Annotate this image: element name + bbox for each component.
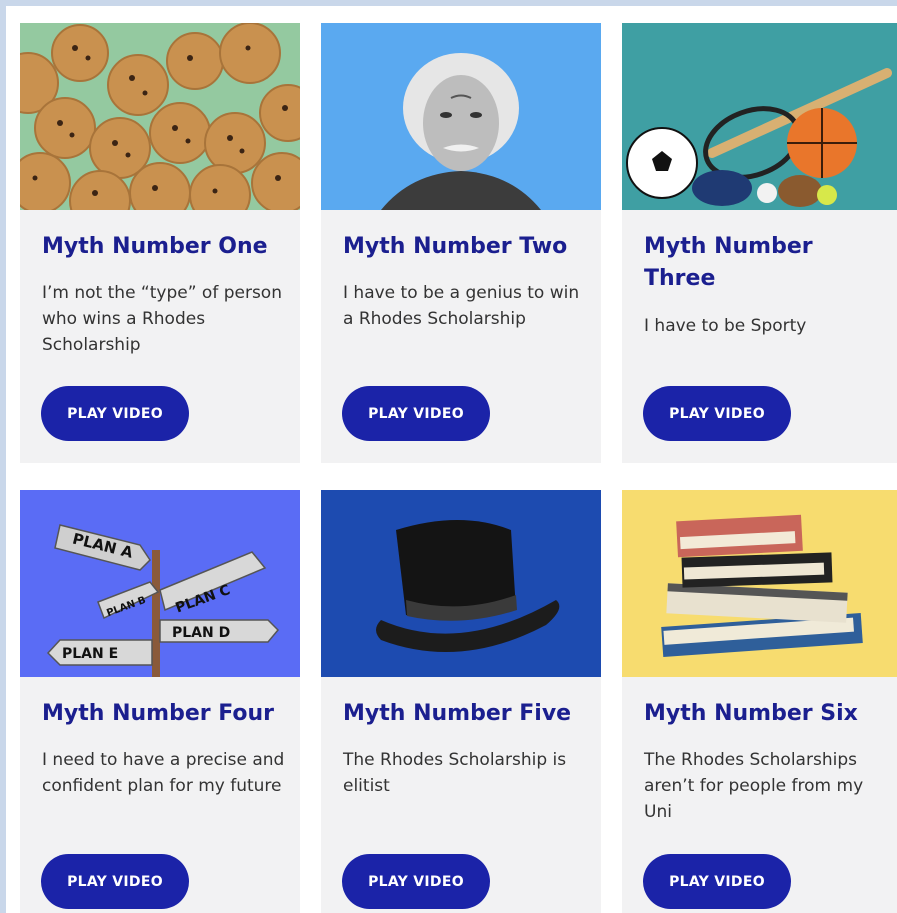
sign-plan-d: PLAN D bbox=[172, 625, 230, 641]
myth-description: I need to have a precise and confident p… bbox=[42, 750, 285, 796]
cookies-image bbox=[20, 23, 300, 210]
myth-title: Myth Number Four bbox=[42, 701, 275, 726]
myth-card-five: Myth Number Five The Rhodes Scholarship … bbox=[321, 490, 601, 913]
myths-grid: Myth Number One I’m not the “type” of pe… bbox=[6, 6, 897, 913]
myth-description: I have to be a genius to win a Rhodes Sc… bbox=[343, 283, 580, 329]
myth-title: Myth Number Two bbox=[343, 234, 568, 259]
myth-title: Myth Number Five bbox=[343, 701, 572, 726]
myth-description: The Rhodes Scholarships aren’t for peopl… bbox=[644, 750, 864, 822]
myth-description: I have to be Sporty bbox=[644, 316, 807, 336]
top-hat-image bbox=[321, 490, 601, 677]
myth-description: I’m not the “type” of person who wins a … bbox=[42, 283, 282, 355]
sports-equipment-image bbox=[622, 23, 897, 210]
play-video-button[interactable]: PLAY VIDEO bbox=[643, 854, 791, 909]
myth-card-four: PLAN A PLAN B PLAN C PLAN D PLAN E Myth … bbox=[20, 490, 300, 913]
einstein-portrait-image bbox=[321, 23, 601, 210]
play-video-button[interactable]: PLAY VIDEO bbox=[342, 854, 490, 909]
myth-title: Myth Number Six bbox=[644, 701, 858, 726]
play-video-button[interactable]: PLAY VIDEO bbox=[41, 854, 189, 909]
myth-card-two: Myth Number Two I have to be a genius to… bbox=[321, 23, 601, 463]
play-video-button[interactable]: PLAY VIDEO bbox=[41, 386, 189, 441]
myth-title: Myth Number Three bbox=[644, 234, 813, 291]
myth-description: The Rhodes Scholarship is elitist bbox=[343, 750, 567, 796]
myth-card-one: Myth Number One I’m not the “type” of pe… bbox=[20, 23, 300, 463]
sign-plan-e: PLAN E bbox=[62, 646, 118, 662]
play-video-button[interactable]: PLAY VIDEO bbox=[342, 386, 490, 441]
books-image bbox=[622, 490, 897, 677]
signpost-image: PLAN A PLAN B PLAN C PLAN D PLAN E bbox=[20, 490, 300, 677]
myth-card-three: Myth Number Three I have to be Sporty PL… bbox=[622, 23, 897, 463]
play-video-button[interactable]: PLAY VIDEO bbox=[643, 386, 791, 441]
myth-card-six: Myth Number Six The Rhodes Scholarships … bbox=[622, 490, 897, 913]
myth-title: Myth Number One bbox=[42, 234, 268, 259]
